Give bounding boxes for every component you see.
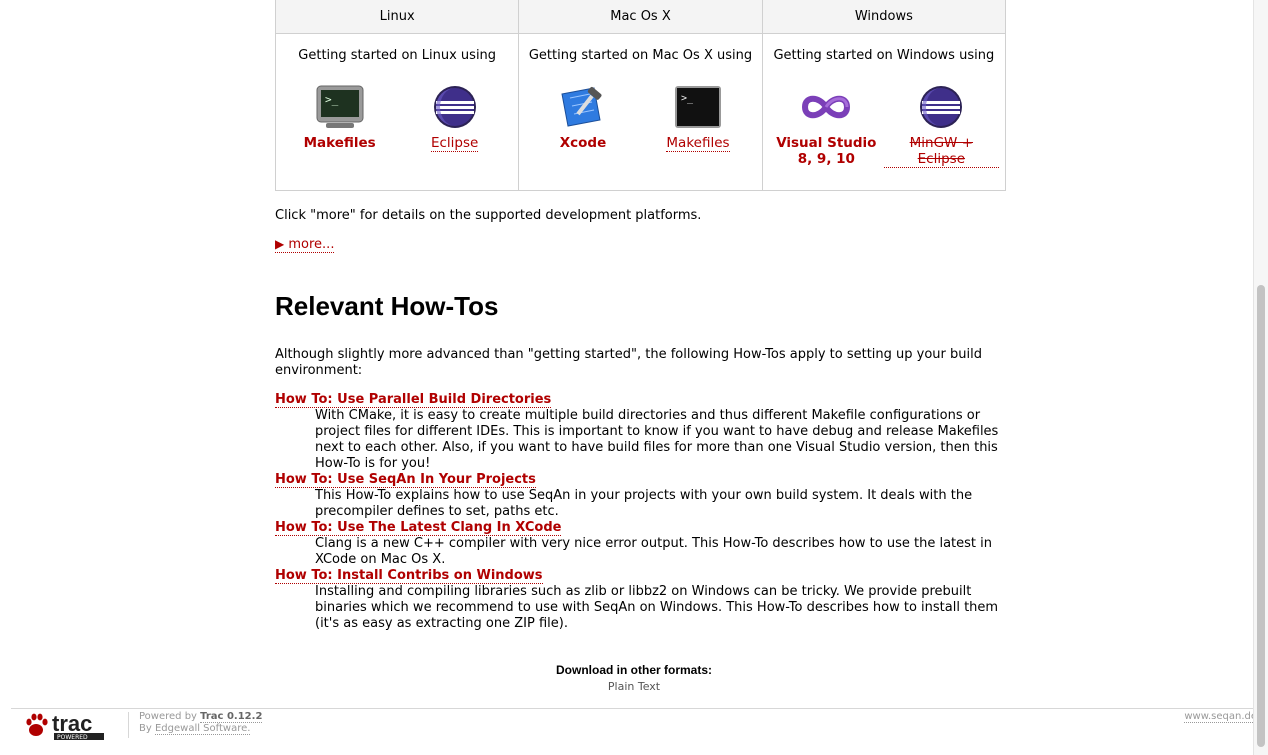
tool-linux-makefiles[interactable]: >_ Makefiles — [282, 84, 397, 152]
platform-intro: Getting started on Windows using — [773, 48, 995, 63]
edgewall-link[interactable]: Edgewall Software. — [154, 723, 251, 735]
tool-macos-xcode[interactable]: Xcode — [525, 84, 640, 152]
more-toggle[interactable]: ▶ more... — [275, 237, 335, 253]
click-more-text: Click "more" for details on the supporte… — [275, 208, 702, 223]
site-link[interactable]: www.seqan.de — [1184, 711, 1257, 723]
wiki-content: Linux Mac Os X Windows Getting started o… — [274, 0, 1007, 632]
svg-text:>_: >_ — [325, 93, 339, 106]
terminal-icon: >_ — [315, 84, 365, 130]
tool-label[interactable]: Eclipse — [430, 135, 479, 152]
platform-intro: Getting started on Mac Os X using — [528, 48, 753, 63]
howto-description: With CMake, it is easy to create multipl… — [315, 408, 999, 471]
visual-studio-icon — [801, 84, 851, 130]
footer-divider — [11, 708, 1254, 709]
svg-text:>_: >_ — [681, 93, 694, 104]
howtos-intro: Although slightly more advanced than "ge… — [275, 347, 982, 378]
platforms-table: Linux Mac Os X Windows Getting started o… — [274, 0, 1007, 191]
tool-macos-makefiles[interactable]: >_ Makefiles — [640, 84, 755, 152]
scrollbar-thumb[interactable] — [1257, 285, 1265, 747]
howto-link[interactable]: How To: Use SeqAn In Your Projects — [275, 472, 536, 488]
tool-label[interactable]: Makefiles — [666, 135, 730, 152]
paw-icon — [26, 713, 48, 736]
tool-label[interactable]: Visual Studio 8, 9, 10 — [769, 135, 884, 167]
eclipse-icon — [430, 84, 480, 130]
trac-version-link[interactable]: Trac 0.12.2 — [200, 711, 263, 723]
tool-label[interactable]: Makefiles — [304, 135, 376, 151]
platform-header-windows: Windows — [761, 0, 1007, 34]
platform-cell-macos: Getting started on Mac Os X using Xcode … — [518, 33, 763, 191]
howtos-heading: Relevant How-Tos — [275, 291, 499, 321]
platform-header-linux: Linux — [274, 0, 520, 34]
powered-by: Powered by Trac 0.12.2 By Edgewall Softw… — [139, 711, 263, 735]
more-label: more... — [288, 237, 335, 252]
download-heading: Download in other formats: — [556, 663, 712, 677]
howto-link[interactable]: How To: Use Parallel Build Directories — [275, 392, 552, 408]
footer-separator — [128, 712, 129, 738]
howto-description: This How-To explains how to use SeqAn in… — [315, 488, 973, 519]
tool-label[interactable]: MinGW + Eclipse — [883, 135, 999, 168]
eclipse-icon — [916, 84, 966, 130]
logo-text: trac — [52, 711, 92, 736]
platform-cell-linux: Getting started on Linux using >_ Makefi… — [274, 33, 520, 191]
trac-logo[interactable]: trac POWERED — [25, 711, 107, 741]
howto-description: Clang is a new C++ compiler with very ni… — [315, 536, 992, 567]
tool-linux-eclipse[interactable]: Eclipse — [397, 84, 512, 152]
platform-cell-windows: Getting started on Windows using Visual … — [761, 33, 1007, 191]
tool-windows-visual-studio[interactable]: Visual Studio 8, 9, 10 — [769, 84, 884, 168]
platform-intro: Getting started on Linux using — [298, 48, 497, 63]
logo-sub: POWERED — [57, 734, 88, 741]
howto-link[interactable]: How To: Install Contribs on Windows — [275, 568, 543, 584]
download-formats: Download in other formats: Plain Text — [0, 663, 1268, 693]
howto-list: How To: Use Parallel Build Directories W… — [275, 392, 1006, 632]
howto-description: Installing and compiling libraries such … — [315, 584, 999, 631]
plain-text-link[interactable]: Plain Text — [608, 680, 660, 693]
tool-windows-mingw-eclipse[interactable]: MinGW + Eclipse — [883, 84, 999, 168]
terminal-icon: >_ — [673, 84, 723, 130]
tool-label[interactable]: Xcode — [560, 135, 607, 151]
xcode-icon — [558, 84, 608, 130]
platform-header-macos: Mac Os X — [518, 0, 763, 34]
triangle-right-icon: ▶ — [275, 237, 285, 251]
howto-link[interactable]: How To: Use The Latest Clang In XCode — [275, 520, 562, 536]
